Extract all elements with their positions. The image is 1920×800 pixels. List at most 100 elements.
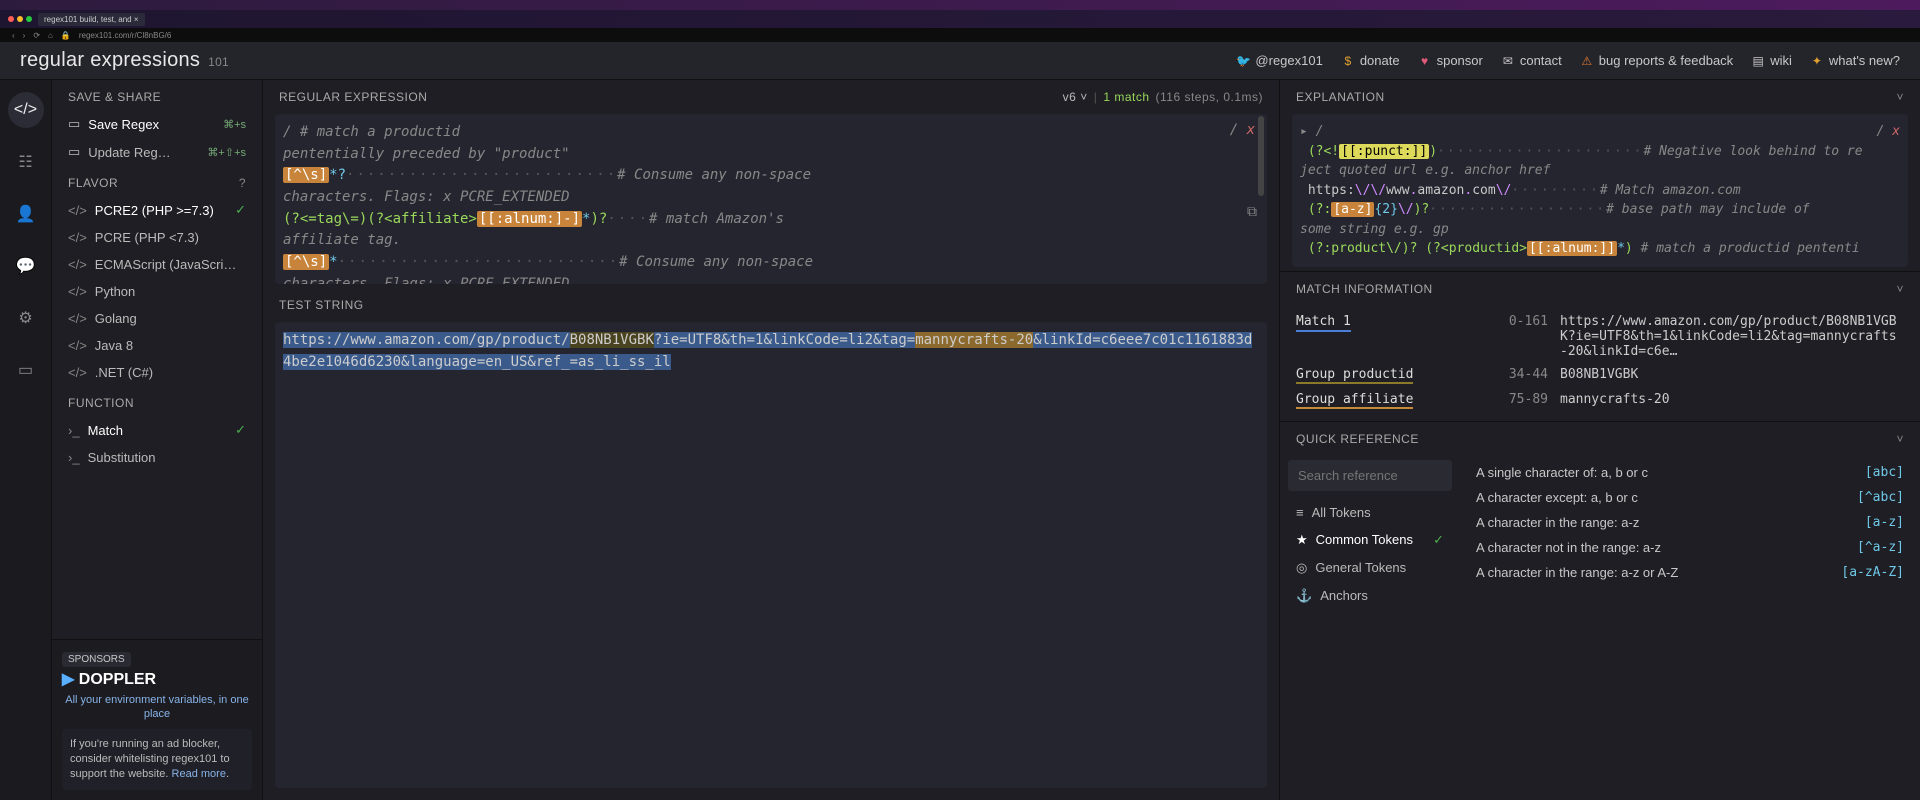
flavor-item[interactable]: </>Python (52, 278, 262, 305)
function-item[interactable]: ›_Substitution (52, 444, 262, 471)
header-links: 🐦@regex101 $donate ♥sponsor ✉contact ⚠bug re… (1236, 53, 1900, 68)
header-link-wiki[interactable]: ▤wiki (1751, 53, 1792, 68)
sponsor-tagline[interactable]: All your environment variables, in one p… (62, 693, 252, 722)
regex-editor[interactable]: / # match a productidpententially preced… (275, 114, 1267, 284)
sponsors-badge: SPONSORS (62, 652, 131, 667)
nav-forward-icon[interactable]: › (23, 31, 26, 40)
chevron-down-icon[interactable]: ˅ (1896, 432, 1904, 446)
quickref-search[interactable] (1288, 460, 1452, 491)
chevron-down-icon[interactable]: ˅ (1896, 282, 1904, 296)
reload-icon[interactable]: ⟳ (33, 31, 40, 40)
header-link-what-s-new-[interactable]: ✦what's new? (1810, 53, 1900, 68)
header-link-donate[interactable]: $donate (1341, 53, 1400, 68)
left-panel: SAVE & SHARE ▭Save Regex⌘+s▭Update Reg…⌘… (52, 80, 262, 800)
heart-icon: ♥ (1418, 54, 1432, 68)
quickref-categories: ≡All Tokens★Common Tokens◎General Tokens… (1280, 452, 1460, 618)
header-link-contact[interactable]: ✉contact (1501, 53, 1562, 68)
match-row[interactable]: Group productid34-44B08NB1VGBK (1296, 363, 1904, 388)
teststring-editor[interactable]: https://www.amazon.com/gp/product/B08NB1… (275, 322, 1267, 788)
chevron-down-icon[interactable]: ˅ (1896, 90, 1904, 104)
func-icon: ›_ (68, 450, 80, 465)
flavor-item[interactable]: </>ECMAScript (JavaScri… (52, 251, 262, 278)
warning-icon: ⚠ (1580, 54, 1594, 68)
rail-settings-icon[interactable]: ⚙ (8, 300, 44, 336)
star-icon: ✦ (1810, 54, 1824, 68)
flavor-item[interactable]: </>Golang (52, 305, 262, 332)
flavor-item[interactable]: </>PCRE2 (PHP >=7.3) (52, 196, 262, 224)
rail-regex-icon[interactable]: </> (8, 92, 44, 128)
quickref-category[interactable]: ⚓Anchors (1288, 582, 1452, 610)
read-more-link[interactable]: Read more (172, 768, 226, 780)
dollar-icon: $ (1341, 54, 1355, 68)
save-icon: ▭ (68, 116, 80, 132)
center-panel: REGULAR EXPRESSION v6 ˅ | 1 match (116 s… (262, 80, 1280, 800)
browser-url-bar[interactable]: ‹ › ⟳ ⌂ 🔒 regex101.com/r/Cl8nBG/6 (0, 28, 1920, 42)
quickref-head: QUICK REFERENCE ˅ (1280, 421, 1920, 452)
scrollbar[interactable] (1258, 116, 1264, 196)
quickref-body: ≡All Tokens★Common Tokens◎General Tokens… (1280, 452, 1920, 618)
save-share-title: SAVE & SHARE (52, 80, 262, 110)
home-icon[interactable]: ⌂ (48, 31, 53, 40)
left-icon-rail: </> ☷ 👤 💬 ⚙ ▭ (0, 80, 52, 800)
code-icon: </> (68, 284, 87, 299)
explanation-head: EXPLANATION ˅ (1280, 80, 1920, 110)
flavor-title: FLAVOR ? (52, 166, 262, 196)
category-icon: ★ (1296, 532, 1308, 548)
match-table: Match 10-161https://www.amazon.com/gp/pr… (1280, 302, 1920, 421)
quickref-category[interactable]: ★Common Tokens (1288, 526, 1452, 554)
quickref-list: A single character of: a, b or c[abc]A c… (1460, 452, 1920, 618)
save-item[interactable]: ▭Save Regex⌘+s (52, 110, 262, 138)
header-link--regex101[interactable]: 🐦@regex101 (1236, 53, 1322, 68)
category-icon: ◎ (1296, 560, 1307, 576)
reference-row[interactable]: A single character of: a, b or c[abc] (1476, 460, 1904, 485)
code-icon: </> (68, 203, 87, 218)
help-icon[interactable]: ? (239, 176, 246, 190)
category-icon: ⚓ (1296, 588, 1312, 604)
rail-chat-icon[interactable]: 💬 (8, 248, 44, 284)
function-item[interactable]: ›_Match (52, 416, 262, 444)
mail-icon: ✉ (1501, 54, 1515, 68)
nav-back-icon[interactable]: ‹ (12, 31, 15, 40)
flavor-item[interactable]: </>Java 8 (52, 332, 262, 359)
logo-part2: expressions (90, 49, 200, 71)
func-icon: ›_ (68, 423, 80, 438)
save-item[interactable]: ▭Update Reg…⌘+⇧+s (52, 138, 262, 166)
url-text: regex101.com/r/Cl8nBG/6 (79, 31, 172, 40)
rail-library-icon[interactable]: ☷ (8, 144, 44, 180)
reference-row[interactable]: A character in the range: a-z[a-z] (1476, 510, 1904, 535)
reference-row[interactable]: A character in the range: a-z or A-Z[a-z… (1476, 560, 1904, 585)
adblock-notice: If you're running an ad blocker, conside… (62, 729, 252, 790)
header-link-sponsor[interactable]: ♥sponsor (1418, 53, 1483, 68)
flavor-item[interactable]: </>.NET (C#) (52, 359, 262, 386)
browser-tabstrip: regex101 build, test, and × (0, 10, 1920, 28)
flavor-item[interactable]: </>PCRE (PHP <7.3) (52, 224, 262, 251)
rail-account-icon[interactable]: 👤 (8, 196, 44, 232)
save-icon: ▭ (68, 144, 80, 160)
teststring-section-head: TEST STRING (263, 288, 1279, 318)
main-content: </> ☷ 👤 💬 ⚙ ▭ SAVE & SHARE ▭Save Regex⌘+… (0, 80, 1920, 800)
match-row[interactable]: Group affiliate75-89mannycrafts-20 (1296, 388, 1904, 413)
browser-tab[interactable]: regex101 build, test, and × (38, 13, 145, 26)
site-logo[interactable]: regular expressions 101 (20, 49, 229, 72)
code-icon: </> (68, 311, 87, 326)
header-link-bug-reports-feedback[interactable]: ⚠bug reports & feedback (1580, 53, 1733, 68)
site-header: regular expressions 101 🐦@regex101 $donat… (0, 42, 1920, 80)
category-icon: ≡ (1296, 505, 1304, 520)
regex-version[interactable]: v6 ˅ (1063, 90, 1088, 104)
explanation-box[interactable]: ▸ // x (?<![[:punct:]])·················… (1292, 114, 1908, 267)
sponsors-box: SPONSORS ▶ DOPPLER All your environment … (52, 639, 262, 800)
regex-section-head: REGULAR EXPRESSION v6 ˅ | 1 match (116 s… (263, 80, 1279, 110)
quickref-category[interactable]: ≡All Tokens (1288, 499, 1452, 526)
match-row[interactable]: Match 10-161https://www.amazon.com/gp/pr… (1296, 310, 1904, 363)
lock-icon: 🔒 (61, 31, 71, 40)
quickref-category[interactable]: ◎General Tokens (1288, 554, 1452, 582)
regex-match-detail: (116 steps, 0.1ms) (1156, 90, 1263, 104)
logo-sub: 101 (208, 55, 229, 69)
reference-row[interactable]: A character except: a, b or c[^abc] (1476, 485, 1904, 510)
matchinfo-head: MATCH INFORMATION ˅ (1280, 271, 1920, 302)
right-panel: EXPLANATION ˅ ▸ // x (?<![[:punct:]])···… (1280, 80, 1920, 800)
reference-row[interactable]: A character not in the range: a-z[^a-z] (1476, 535, 1904, 560)
sponsor-logo[interactable]: ▶ DOPPLER (62, 669, 252, 689)
rail-feedback-icon[interactable]: ▭ (8, 352, 44, 388)
copy-icon[interactable]: ⧉ (1247, 202, 1257, 224)
